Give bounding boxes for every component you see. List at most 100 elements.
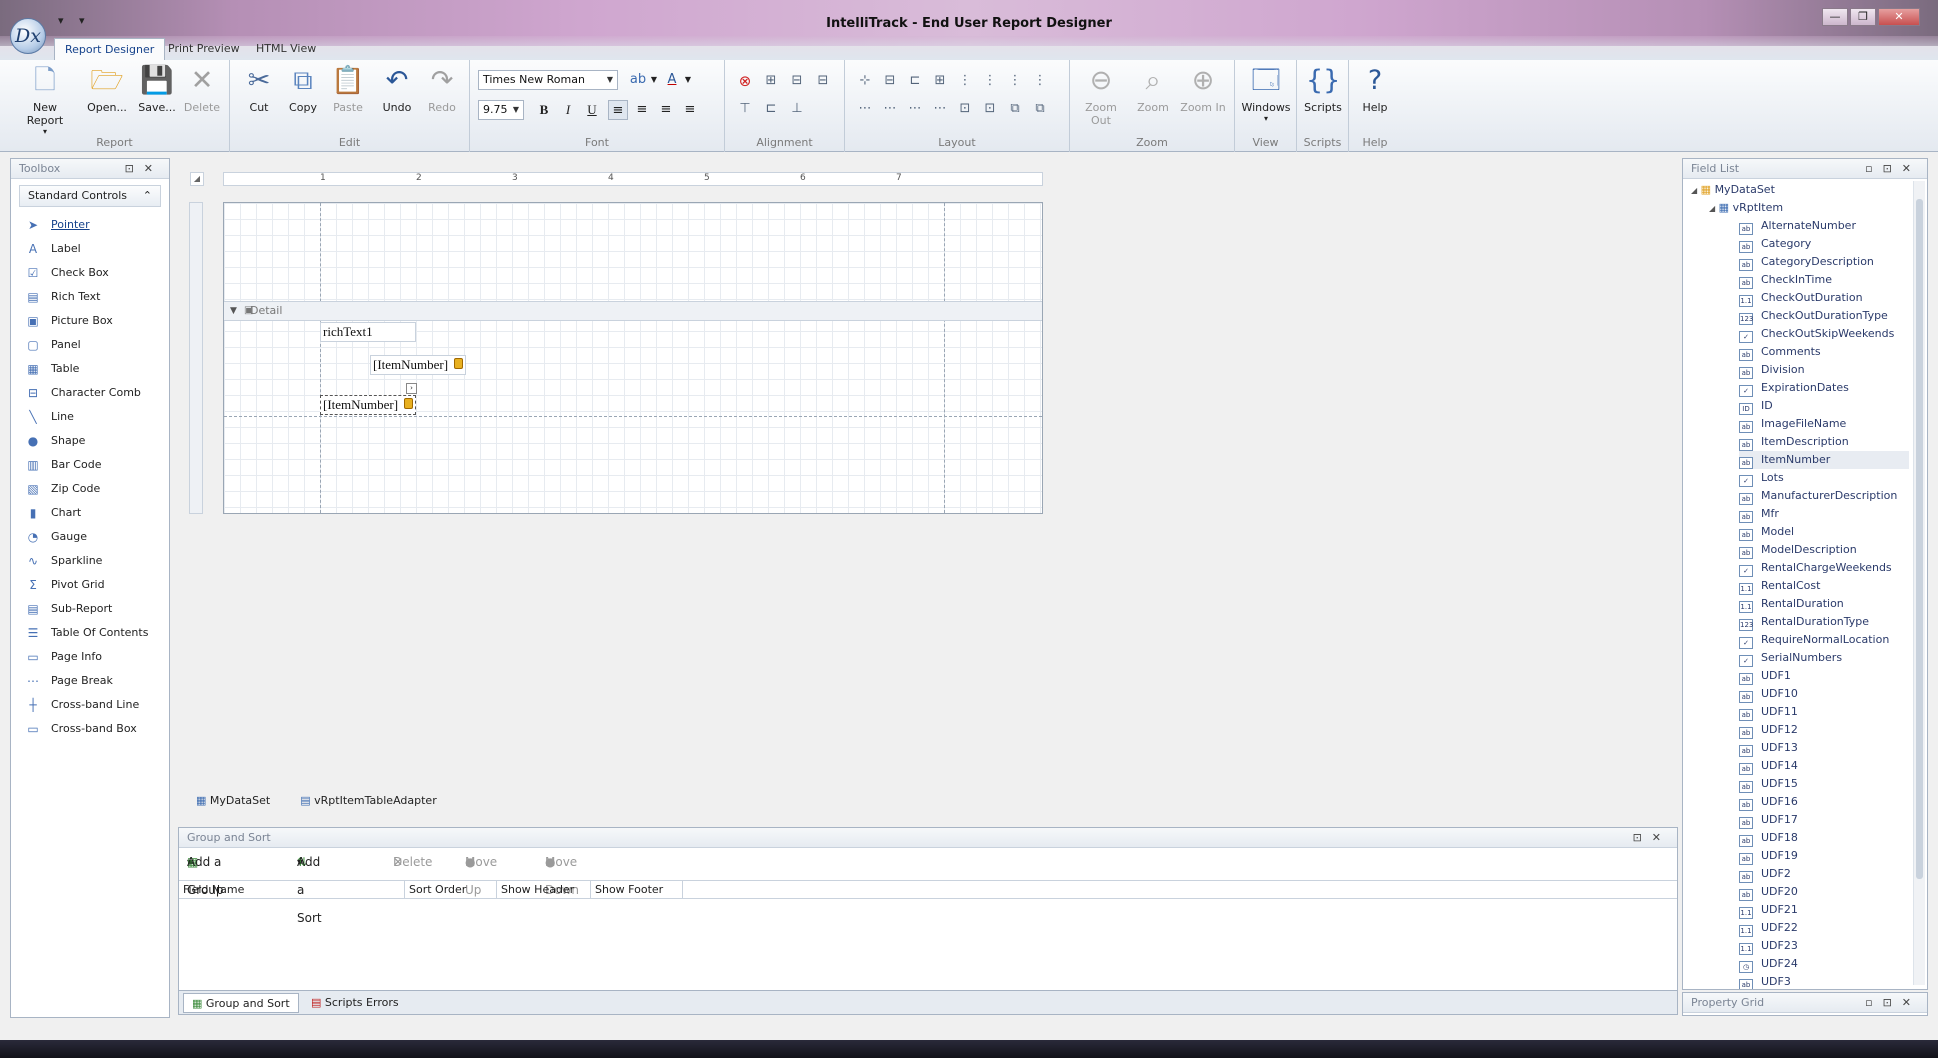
toolbox-item-character-comb[interactable]: ⊟ Character Comb: [25, 383, 141, 403]
field-item[interactable]: ab UDF15: [1739, 775, 1909, 793]
cancel-alignment-icon[interactable]: ⊗: [735, 72, 755, 90]
field-item[interactable]: ab UDF20: [1739, 883, 1909, 901]
minimize-button[interactable]: —: [1822, 8, 1848, 26]
new-report-button[interactable]: 🗋 New Report ▾: [14, 64, 76, 136]
field-item[interactable]: ✓ CheckOutSkipWeekends: [1739, 325, 1909, 343]
underline-button[interactable]: U: [582, 100, 602, 120]
collapse-band-icon[interactable]: ▼: [230, 302, 237, 320]
panel-buttons[interactable]: ⊡✕: [125, 159, 163, 179]
field-item[interactable]: ab Comments: [1739, 343, 1909, 361]
horizontal-spacing-icon[interactable]: ⋮: [955, 72, 975, 90]
field-item[interactable]: 1.1 RentalDuration: [1739, 595, 1909, 613]
toolbox-item-shape[interactable]: ● Shape: [25, 431, 86, 451]
field-item[interactable]: ab CheckInTime: [1739, 271, 1909, 289]
align-to-grid-icon[interactable]: ⊞: [761, 72, 781, 90]
toolbox-category[interactable]: Standard Controls ⌃: [19, 185, 161, 207]
field-item[interactable]: ✓ ExpirationDates: [1739, 379, 1909, 397]
field-item[interactable]: 1.1 UDF23: [1739, 937, 1909, 955]
align-centers-icon[interactable]: ⊟: [813, 72, 833, 90]
delete-button[interactable]: ✕ Delete: [177, 64, 227, 114]
toolbox-item-label[interactable]: A Label: [25, 239, 81, 259]
zoom-out-button[interactable]: ⊖ Zoom Out: [1076, 64, 1126, 127]
undo-button[interactable]: ↶ Undo: [372, 64, 422, 114]
increase-vertical-spacing-icon[interactable]: ⋯: [880, 100, 900, 118]
bold-button[interactable]: B: [534, 100, 554, 120]
help-button[interactable]: ? Help: [1350, 64, 1400, 114]
property-grid-header[interactable]: Property Grid ▫⊡✕: [1683, 993, 1927, 1013]
toolbox-item-line[interactable]: ╲ Line: [25, 407, 74, 427]
field-item[interactable]: ab ItemNumber: [1739, 451, 1909, 469]
tab-report-designer[interactable]: Report Designer: [54, 38, 166, 60]
make-same-width-icon[interactable]: ⊟: [880, 72, 900, 90]
field-item[interactable]: ab UDF17: [1739, 811, 1909, 829]
justify-button[interactable]: ≡: [680, 100, 700, 120]
rich-text-control[interactable]: richText1: [320, 322, 416, 342]
align-center-button[interactable]: ≡: [632, 100, 652, 120]
field-item[interactable]: ab UDF12: [1739, 721, 1909, 739]
field-item[interactable]: ab ItemDescription: [1739, 433, 1909, 451]
remove-vertical-spacing-icon[interactable]: ⋯: [930, 100, 950, 118]
panel-buttons[interactable]: ⊡✕: [1633, 828, 1671, 848]
column-show-footer[interactable]: Show Footer: [591, 881, 683, 899]
toolbox-item-sub-report[interactable]: ▤ Sub-Report: [25, 599, 112, 619]
panel-buttons[interactable]: ▫⊡✕: [1865, 159, 1921, 179]
align-tops-icon[interactable]: ⊤: [735, 100, 755, 118]
field-item[interactable]: ab UDF13: [1739, 739, 1909, 757]
bring-to-front-icon[interactable]: ⧉: [1005, 100, 1025, 118]
close-button[interactable]: ✕: [1878, 8, 1920, 26]
field-item[interactable]: ✓ RequireNormalLocation: [1739, 631, 1909, 649]
toolbox-item-pivot-grid[interactable]: Σ Pivot Grid: [25, 575, 104, 595]
field-item[interactable]: ab Division: [1739, 361, 1909, 379]
field-item[interactable]: ab Category: [1739, 235, 1909, 253]
field-item[interactable]: 123 RentalDurationType: [1739, 613, 1909, 631]
field-item[interactable]: ab UDF1: [1739, 667, 1909, 685]
field-item[interactable]: ab AlternateNumber: [1739, 217, 1909, 235]
vertical-spacing-icon[interactable]: ⋯: [855, 100, 875, 118]
center-vertically-icon[interactable]: ⊡: [980, 100, 1000, 118]
field-item[interactable]: ab ManufacturerDescription: [1739, 487, 1909, 505]
chevron-down-icon[interactable]: ▼: [678, 70, 698, 90]
ruler-corner-icon[interactable]: ◢: [190, 172, 204, 186]
dataset-node[interactable]: ◢ ▦ MyDataSet: [1691, 181, 1775, 199]
italic-button[interactable]: I: [558, 100, 578, 120]
field-item[interactable]: ab UDF16: [1739, 793, 1909, 811]
toolbox-item-rich-text[interactable]: ▤ Rich Text: [25, 287, 100, 307]
increase-horizontal-spacing-icon[interactable]: ⋮: [980, 72, 1000, 90]
make-same-size-icon[interactable]: ⊞: [930, 72, 950, 90]
tab-scripts-errors[interactable]: ▤ Scripts Errors: [303, 993, 407, 1013]
add-group-button[interactable]: ▦ Add a Group ▾: [187, 848, 224, 897]
column-show-header[interactable]: Show Header: [497, 881, 591, 899]
decrease-horizontal-spacing-icon[interactable]: ⋮: [1005, 72, 1025, 90]
column-field-name[interactable]: Field Name: [179, 881, 405, 899]
item-number-field[interactable]: [ItemNumber]: [370, 355, 466, 375]
align-left-button[interactable]: ≡: [608, 100, 628, 120]
send-to-back-icon[interactable]: ⧉: [1030, 100, 1050, 118]
smart-tag-icon[interactable]: ›: [406, 383, 417, 394]
field-item[interactable]: ✓ SerialNumbers: [1739, 649, 1909, 667]
tray-item-table-adapter[interactable]: ▤ vRptItemTableAdapter: [300, 794, 436, 807]
field-item[interactable]: 1.1 CheckOutDuration: [1739, 289, 1909, 307]
tab-group-and-sort[interactable]: ▦ Group and Sort: [183, 993, 299, 1013]
copy-button[interactable]: ⧉ Copy: [278, 64, 328, 114]
size-to-grid-icon[interactable]: ⊹: [855, 72, 875, 90]
field-item[interactable]: 123 CheckOutDurationType: [1739, 307, 1909, 325]
align-right-button[interactable]: ≡: [656, 100, 676, 120]
toolbox-item-table[interactable]: ▦ Table: [25, 359, 79, 379]
align-bottoms-icon[interactable]: ⊥: [787, 100, 807, 118]
center-horizontally-icon[interactable]: ⊡: [955, 100, 975, 118]
toolbox-item-zip-code[interactable]: ▧ Zip Code: [25, 479, 100, 499]
table-node[interactable]: ◢ ▦ vRptItem: [1709, 199, 1783, 217]
field-item[interactable]: ab UDF10: [1739, 685, 1909, 703]
remove-horizontal-spacing-icon[interactable]: ⋮: [1030, 72, 1050, 90]
toolbox-item-table-of-contents[interactable]: ☰ Table Of Contents: [25, 623, 149, 643]
zoom-button[interactable]: ⌕ Zoom: [1128, 64, 1178, 114]
toolbox-item-chart[interactable]: ▮ Chart: [25, 503, 82, 523]
field-item[interactable]: 1.1 UDF21: [1739, 901, 1909, 919]
windows-button[interactable]: 🗔 Windows ▾: [1241, 64, 1291, 123]
field-item[interactable]: ab UDF19: [1739, 847, 1909, 865]
toolbox-item-cross-band-box[interactable]: ▭ Cross-band Box: [25, 719, 136, 739]
make-same-height-icon[interactable]: ⊏: [905, 72, 925, 90]
font-family-select[interactable]: Times New Roman ▼: [478, 70, 618, 90]
field-item[interactable]: ◷ UDF24: [1739, 955, 1909, 973]
toolbox-item-page-info[interactable]: ▭ Page Info: [25, 647, 102, 667]
